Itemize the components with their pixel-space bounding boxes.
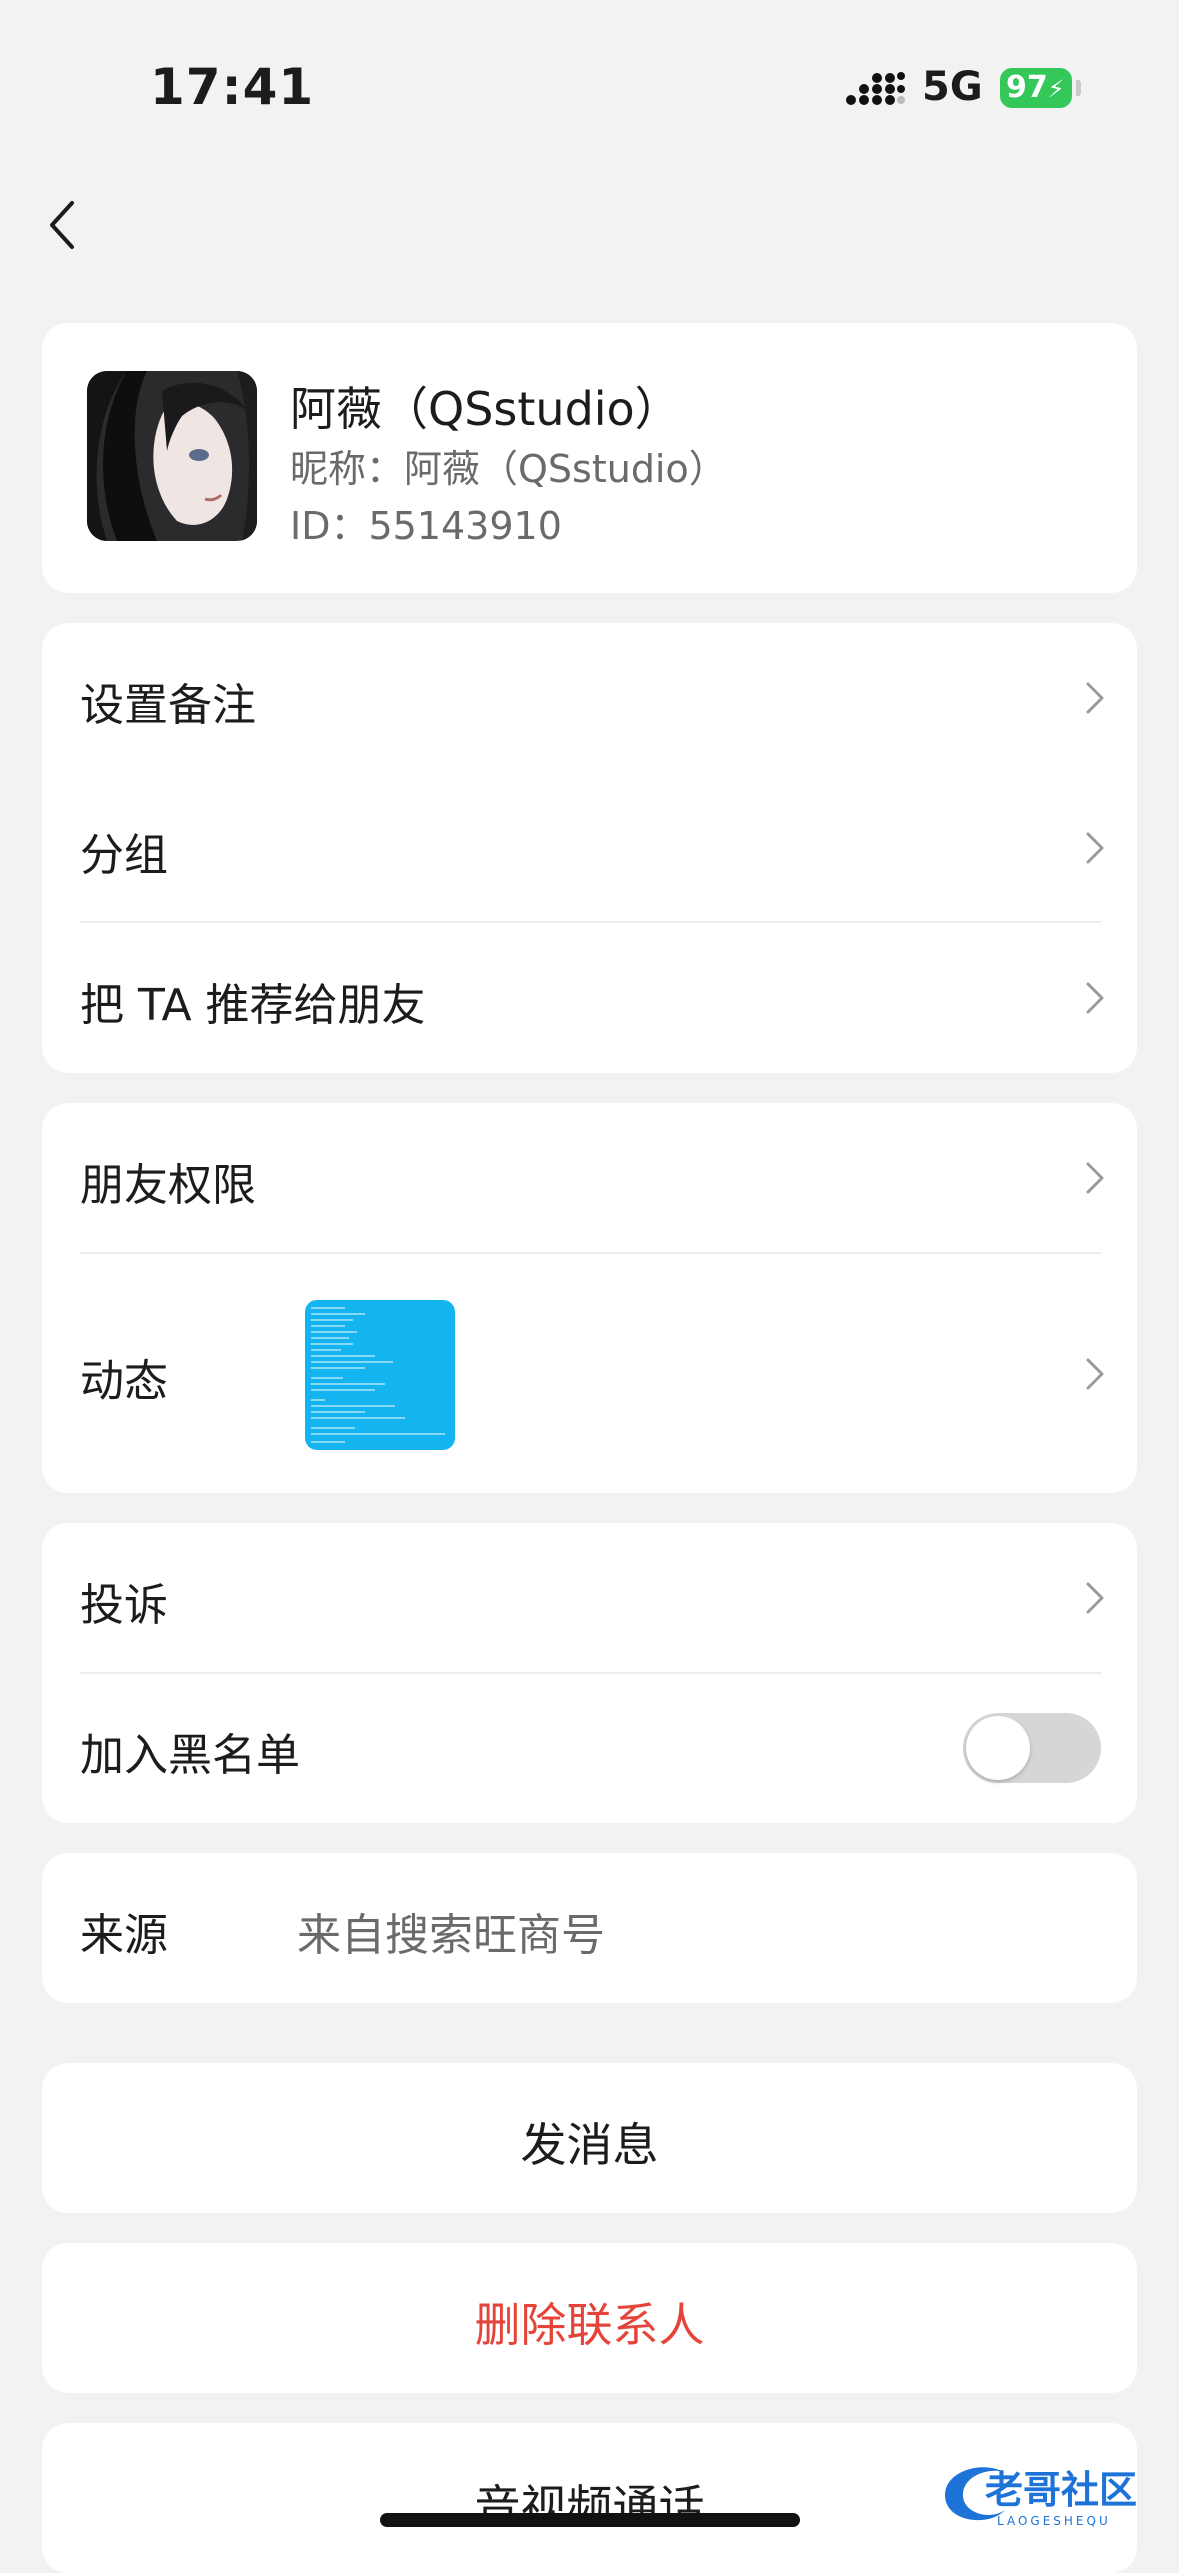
battery-cap: [1076, 80, 1081, 96]
code-screenshot-image: [311, 1307, 445, 1443]
report-row[interactable]: 投诉: [42, 1523, 1137, 1673]
watermark-brand: 老哥社区: [985, 2468, 1137, 2512]
profile-name: 阿薇（QSstudio）: [290, 382, 681, 436]
set-remark-row[interactable]: 设置备注: [42, 623, 1137, 773]
chevron-right-icon: [1086, 832, 1104, 864]
report-label: 投诉: [80, 1580, 168, 1631]
chevron-right-icon: [1086, 1582, 1104, 1614]
source-card: 来源 来自搜索旺商号: [42, 1853, 1137, 2003]
profile-card: 阿薇（QSstudio） 昵称：阿薇（QSstudio） ID：55143910: [42, 323, 1137, 593]
group-row[interactable]: 分组: [42, 773, 1137, 923]
set-remark-label: 设置备注: [80, 680, 256, 731]
moments-row[interactable]: 动态: [42, 1253, 1137, 1493]
chevron-right-icon: [1086, 1162, 1104, 1194]
back-chevron-icon[interactable]: [42, 195, 92, 255]
chevron-right-icon: [1086, 1358, 1104, 1390]
moments-label: 动态: [80, 1356, 168, 1407]
send-message-label: 发消息: [520, 2118, 659, 2172]
chevron-right-icon: [1086, 982, 1104, 1014]
blacklist-row: 加入黑名单: [42, 1673, 1137, 1823]
cellular-signal-icon: [846, 72, 905, 105]
blacklist-label: 加入黑名单: [80, 1730, 300, 1781]
group-label: 分组: [80, 830, 168, 881]
source-label: 来源: [80, 1910, 168, 1961]
watermark-logo: 老哥社区 LAOGESHEQU: [945, 2467, 1137, 2528]
delete-contact-label: 删除联系人: [474, 2298, 705, 2352]
permissions-card: 朋友权限 动态: [42, 1103, 1137, 1493]
profile-nickname: 昵称：阿薇（QSstudio）: [290, 447, 727, 491]
toggle-knob: [966, 1716, 1030, 1780]
settings-card: 设置备注 分组 把 TA 推荐给朋友: [42, 623, 1137, 1073]
avatar-illustration: [87, 371, 257, 541]
blacklist-toggle[interactable]: [963, 1713, 1101, 1783]
source-value: 来自搜索旺商号: [297, 1910, 605, 1961]
chevron-right-icon: [1086, 682, 1104, 714]
status-time: 17:41: [150, 58, 315, 116]
watermark-sub: LAOGESHEQU: [997, 2514, 1111, 2528]
status-bar: 17:41 5G 97⚡: [0, 0, 1179, 150]
home-indicator[interactable]: [380, 2513, 800, 2527]
recommend-label: 把 TA 推荐给朋友: [80, 980, 426, 1031]
battery-indicator: 97⚡: [1000, 68, 1072, 108]
friend-permission-label: 朋友权限: [80, 1160, 256, 1211]
moments-thumbnail[interactable]: [305, 1300, 455, 1450]
delete-contact-button[interactable]: 删除联系人: [42, 2243, 1137, 2393]
safety-card: 投诉 加入黑名单: [42, 1523, 1137, 1823]
profile-id: ID：55143910: [290, 504, 562, 548]
battery-level: 97: [1006, 70, 1048, 105]
send-message-button[interactable]: 发消息: [42, 2063, 1137, 2213]
recommend-row[interactable]: 把 TA 推荐给朋友: [42, 923, 1137, 1073]
avatar[interactable]: [87, 371, 257, 541]
network-type: 5G: [922, 64, 983, 110]
friend-permission-row[interactable]: 朋友权限: [42, 1103, 1137, 1253]
charging-bolt-icon: ⚡: [1047, 75, 1065, 103]
